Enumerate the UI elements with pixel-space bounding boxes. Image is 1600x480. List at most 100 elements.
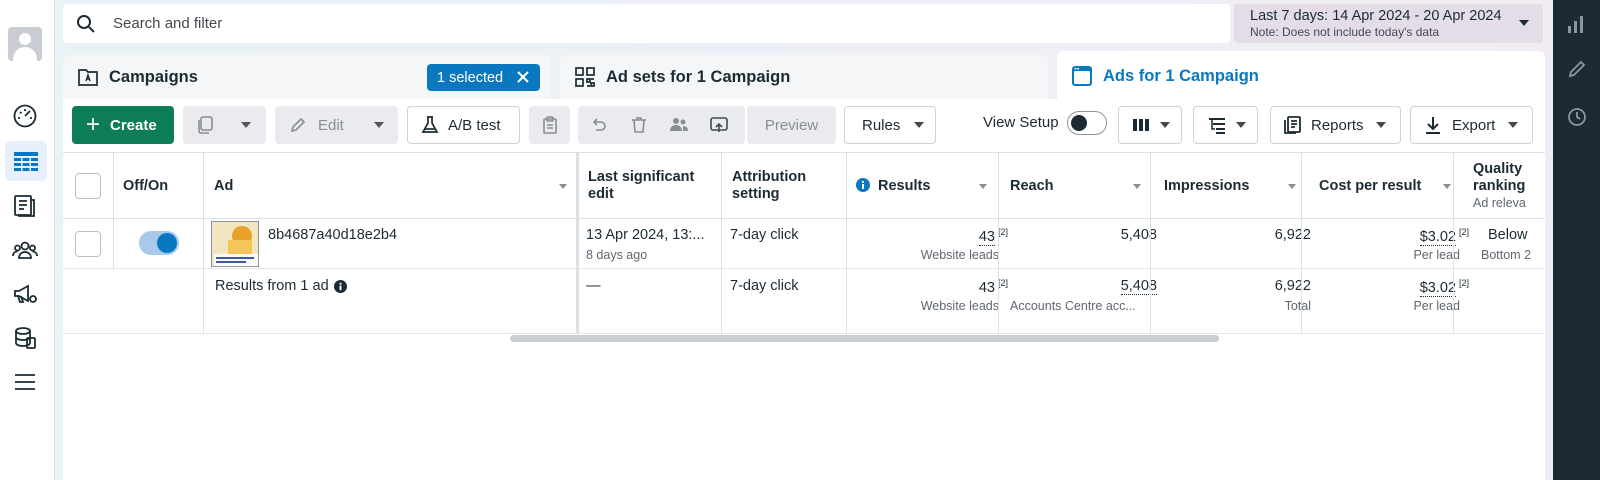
row-checkbox[interactable] bbox=[75, 231, 101, 257]
rules-button[interactable]: Rules bbox=[844, 106, 936, 144]
ad-sets-grid-icon bbox=[575, 67, 595, 87]
audiences-icon[interactable] bbox=[9, 234, 41, 266]
view-setup-toggle[interactable] bbox=[1067, 111, 1107, 135]
columns-button[interactable] bbox=[1118, 106, 1182, 144]
date-range-note: Note: Does not include today's data bbox=[1250, 25, 1440, 39]
info-icon[interactable] bbox=[333, 279, 347, 293]
horizontal-scrollbar[interactable] bbox=[510, 335, 1219, 342]
divider bbox=[113, 152, 114, 219]
summary-reach[interactable]: 5,408 bbox=[1013, 278, 1157, 295]
chevron-down-icon[interactable] bbox=[241, 122, 251, 128]
preview-button[interactable]: Preview bbox=[747, 106, 836, 144]
pages-icon[interactable] bbox=[9, 190, 41, 222]
sort-icon[interactable] bbox=[1133, 184, 1141, 189]
trash-icon[interactable] bbox=[629, 115, 649, 135]
pencil-icon[interactable] bbox=[1566, 58, 1588, 80]
create-label: Create bbox=[110, 116, 157, 134]
search-bar bbox=[63, 4, 1230, 43]
create-button[interactable]: + Create bbox=[72, 106, 174, 144]
people-icon[interactable] bbox=[669, 115, 689, 135]
col-results[interactable]: Results bbox=[878, 153, 930, 219]
last-edit-sub: 8 days ago bbox=[586, 248, 648, 262]
billing-icon[interactable] bbox=[9, 322, 41, 354]
chevron-down-icon[interactable] bbox=[373, 122, 384, 128]
selected-count-pill[interactable]: 1 selected bbox=[427, 64, 540, 91]
info-icon[interactable] bbox=[856, 178, 870, 192]
summary-label-wrap: Results from 1 ad bbox=[215, 278, 347, 294]
divider bbox=[1453, 152, 1454, 334]
frozen-column-divider bbox=[576, 152, 579, 334]
divider bbox=[113, 219, 114, 269]
col-ad[interactable]: Ad bbox=[214, 153, 233, 219]
undo-icon[interactable] bbox=[589, 115, 609, 135]
tab-ads[interactable]: Ads for 1 Campaign bbox=[1057, 51, 1545, 101]
tab-ads-label: Ads for 1 Campaign bbox=[1103, 66, 1259, 85]
flask-icon bbox=[421, 116, 439, 133]
edit-label: Edit bbox=[318, 116, 344, 134]
col-last-edit[interactable]: Last significant edit bbox=[588, 153, 708, 219]
avatar[interactable] bbox=[8, 27, 42, 61]
selected-count-label: 1 selected bbox=[437, 69, 504, 86]
cost-sub: Per lead bbox=[1413, 248, 1460, 262]
col-reach[interactable]: Reach bbox=[1010, 153, 1054, 219]
sort-icon[interactable] bbox=[1288, 184, 1296, 189]
menu-icon[interactable] bbox=[9, 366, 41, 398]
duplicate-button[interactable] bbox=[183, 106, 266, 144]
select-all-checkbox[interactable] bbox=[75, 173, 101, 199]
ad-thumbnail[interactable] bbox=[211, 221, 259, 267]
tab-campaigns[interactable]: Campaigns 1 selected bbox=[63, 55, 550, 99]
summary-row: Results from 1 ad — 7-day click 43 [2] We… bbox=[63, 269, 1545, 334]
results-value[interactable]: 43 [2] bbox=[853, 227, 1008, 246]
history-icon[interactable] bbox=[1566, 106, 1588, 128]
divider bbox=[998, 152, 999, 334]
chart-icon[interactable] bbox=[1566, 12, 1588, 34]
sort-icon[interactable] bbox=[559, 184, 567, 189]
sort-icon[interactable] bbox=[1443, 184, 1451, 189]
table-header: Off/On Ad Last significant edit Attribut… bbox=[63, 152, 1545, 219]
export-label: Export bbox=[1452, 116, 1496, 134]
chevron-down-icon bbox=[1508, 122, 1519, 128]
divider bbox=[203, 152, 204, 334]
pencil-icon bbox=[290, 117, 306, 133]
col-attribution[interactable]: Attribution setting bbox=[732, 153, 832, 219]
search-input[interactable] bbox=[113, 15, 1013, 32]
clipboard-icon bbox=[542, 116, 557, 134]
edit-button[interactable]: Edit bbox=[275, 106, 398, 144]
summary-label: Results from 1 ad bbox=[215, 278, 329, 294]
action-button-group bbox=[578, 106, 745, 144]
export-button[interactable]: Export bbox=[1410, 106, 1533, 144]
dashboard-icon[interactable] bbox=[9, 100, 41, 132]
divider bbox=[846, 152, 847, 334]
ad-image bbox=[212, 222, 258, 266]
clear-selection-icon[interactable] bbox=[515, 69, 531, 85]
reports-button[interactable]: Reports bbox=[1270, 106, 1401, 144]
share-icon[interactable] bbox=[709, 115, 729, 135]
breakdown-button[interactable] bbox=[1193, 106, 1258, 144]
cost-value[interactable]: $3.02 [2] bbox=[1323, 227, 1469, 246]
ab-test-button[interactable]: A/B test bbox=[407, 106, 520, 144]
ad-name[interactable]: 8b4687a40d18e2b4 bbox=[268, 227, 397, 243]
summary-impressions-sub: Total bbox=[1284, 299, 1311, 313]
quality-value: Below bbox=[1488, 227, 1528, 243]
col-quality-sub: Ad releva bbox=[1473, 196, 1526, 210]
summary-impressions: 6,922 bbox=[1274, 278, 1311, 294]
clipboard-button[interactable] bbox=[529, 106, 570, 144]
date-range-label: Last 7 days: 14 Apr 2024 - 20 Apr 2024 bbox=[1250, 8, 1502, 24]
sort-icon[interactable] bbox=[979, 184, 987, 189]
campaign-settings-icon[interactable] bbox=[9, 278, 41, 310]
col-impressions[interactable]: Impressions bbox=[1164, 153, 1249, 219]
chevron-down-icon bbox=[1375, 122, 1386, 128]
col-cost-per-result[interactable]: Cost per result bbox=[1319, 153, 1421, 219]
ad-on-off-toggle[interactable] bbox=[139, 231, 179, 255]
col-off-on: Off/On bbox=[123, 178, 169, 194]
ads-panel: + Create Edit A/B test Preview Rules Vie… bbox=[63, 99, 1545, 480]
summary-attribution: 7-day click bbox=[730, 278, 799, 294]
summary-cost[interactable]: $3.02 [2] bbox=[1323, 278, 1469, 297]
last-edit: 13 Apr 2024, 13:... bbox=[586, 227, 705, 243]
table-row[interactable]: 8b4687a40d18e2b4 13 Apr 2024, 13:... 8 d… bbox=[63, 219, 1545, 269]
ads-manager-table-icon[interactable] bbox=[5, 141, 47, 181]
tab-campaigns-label: Campaigns bbox=[109, 67, 198, 86]
left-nav bbox=[0, 0, 55, 480]
date-range-picker[interactable]: Last 7 days: 14 Apr 2024 - 20 Apr 2024 N… bbox=[1234, 4, 1543, 43]
tab-ad-sets[interactable]: Ad sets for 1 Campaign bbox=[560, 55, 1048, 99]
